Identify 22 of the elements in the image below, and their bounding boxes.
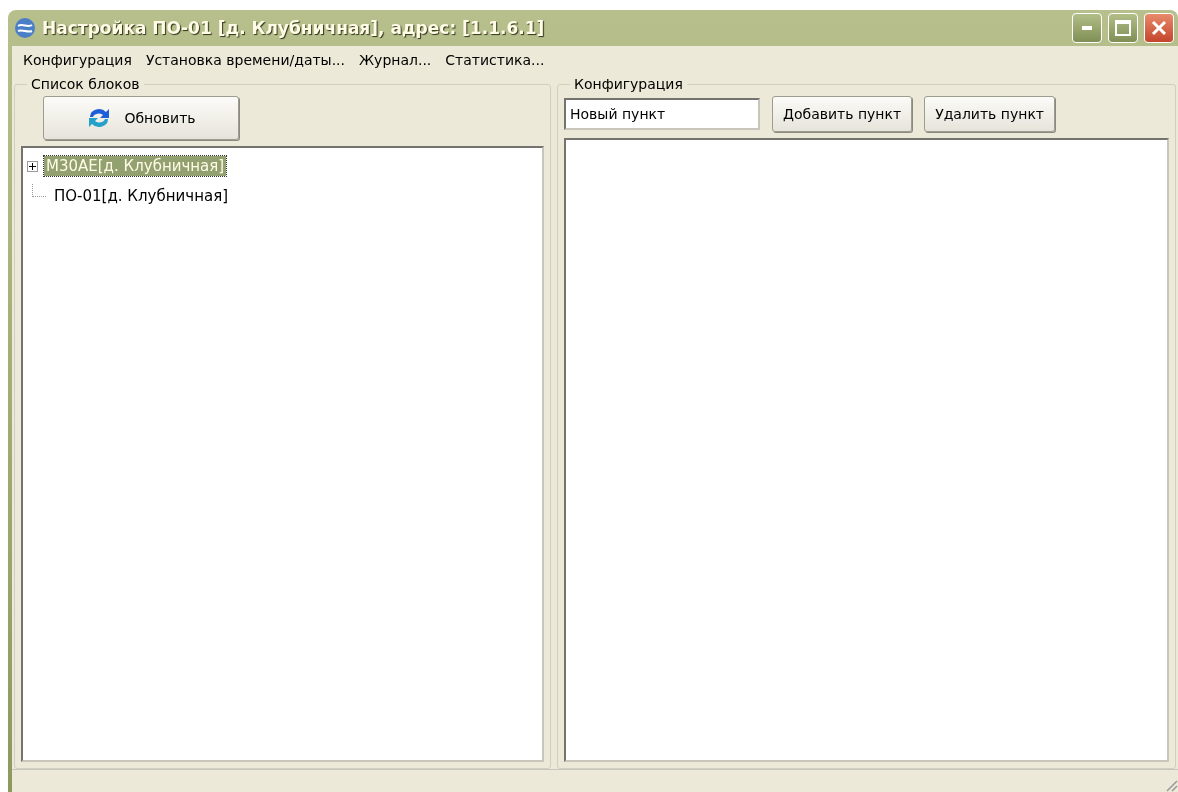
close-button[interactable] <box>1144 13 1174 43</box>
menu-item[interactable]: Конфигурация <box>16 52 139 68</box>
item-button[interactable]: Добавить пункт <box>772 96 913 132</box>
menu-item[interactable]: Установка времени/даты... <box>138 52 353 68</box>
menu-item[interactable]: Журнал... <box>352 52 439 68</box>
item-button[interactable]: Удалить пункт <box>924 96 1056 132</box>
refresh-button[interactable]: Обновить <box>43 96 239 140</box>
menu-item[interactable]: Статистика... <box>438 52 552 68</box>
globe-icon <box>14 17 36 39</box>
minimize-icon <box>1082 26 1092 30</box>
maximize-button[interactable] <box>1108 13 1138 43</box>
expand-button[interactable] <box>27 160 38 172</box>
tree-line <box>32 183 46 197</box>
maximize-icon <box>1115 20 1131 36</box>
resize-grip-icon <box>1164 778 1178 792</box>
group-title: Конфигурация <box>573 76 684 92</box>
close-icon <box>1151 20 1167 36</box>
item-name-field[interactable]: Новый пункт <box>564 98 760 130</box>
minimize-button[interactable] <box>1072 13 1102 43</box>
window-title: Настройка ПО-01 [д. Клубничная], адрес: [1.1.6.1] <box>42 18 546 38</box>
group-title: Список блоков <box>30 76 141 92</box>
tree-item[interactable]: ПО-01[д. Клубничная] <box>52 186 230 206</box>
